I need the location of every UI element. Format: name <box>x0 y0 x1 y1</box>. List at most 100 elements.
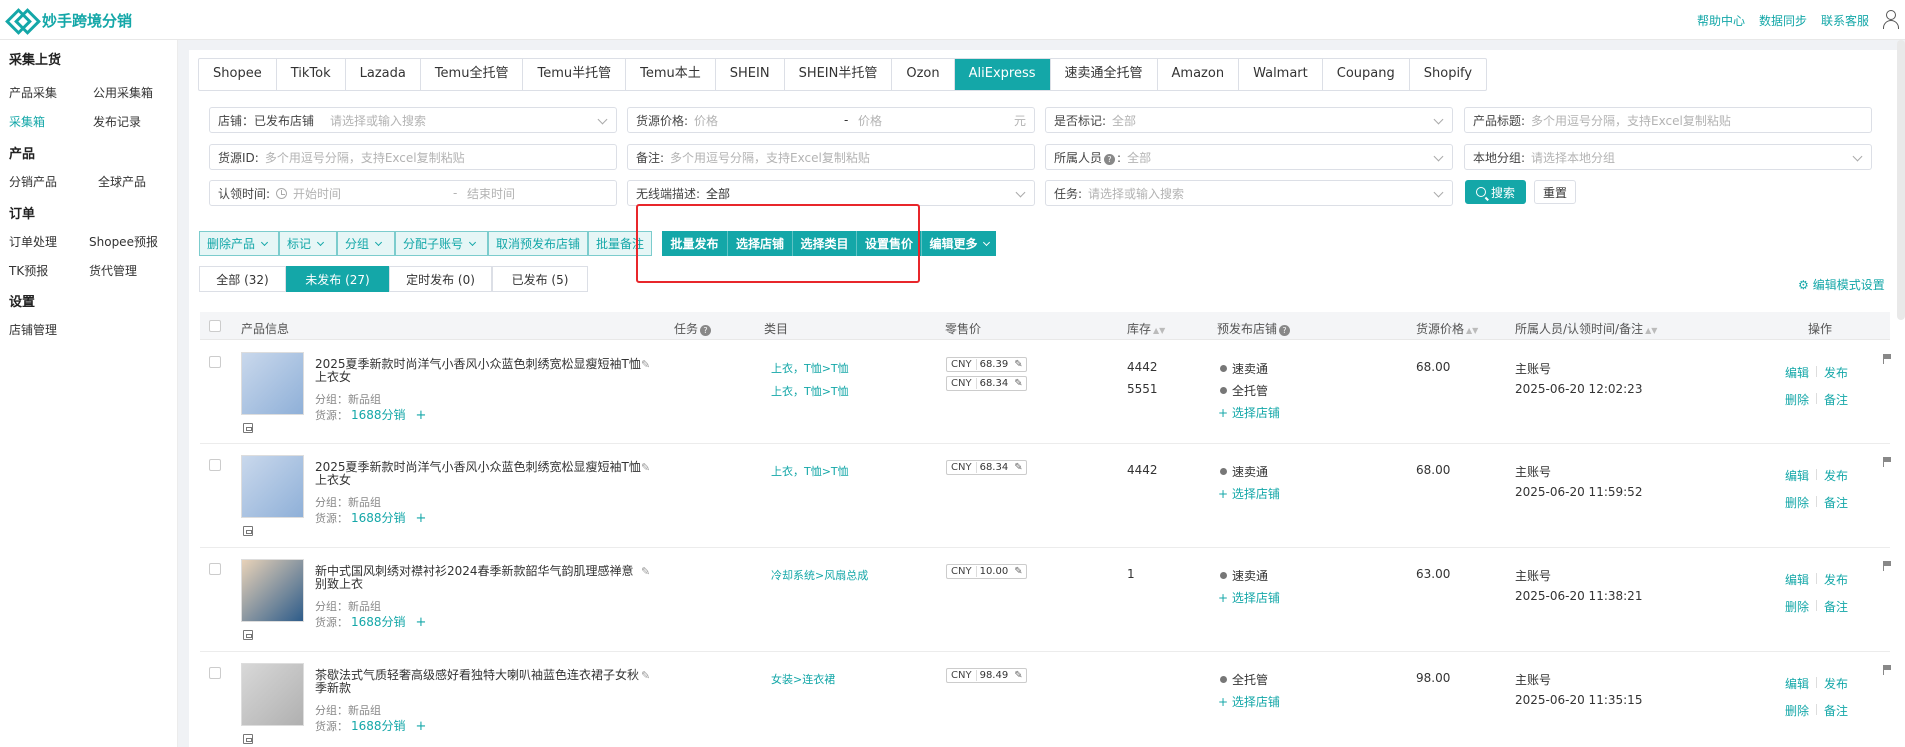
status-tab-all[interactable]: 全部 (32) <box>199 266 286 292</box>
sidebar-item-store-management[interactable]: 店铺管理 <box>9 321 57 338</box>
add-source-icon[interactable]: + <box>416 719 427 734</box>
sidebar-item-shopee-forecast[interactable]: Shopee预报 <box>89 233 158 250</box>
tab-amazon[interactable]: Amazon <box>1158 59 1240 90</box>
tab-shopify[interactable]: Shopify <box>1410 59 1486 90</box>
category-link[interactable]: 女装>连衣裙 <box>771 671 835 687</box>
edit-action[interactable]: 编辑 <box>1785 571 1809 588</box>
save-icon[interactable] <box>243 630 253 640</box>
sidebar-item-publish-records[interactable]: 发布记录 <box>93 113 141 130</box>
tab-shein[interactable]: SHEIN <box>716 59 785 90</box>
task-filter[interactable]: 任务: 请选择或输入搜索 <box>1045 180 1453 206</box>
search-button[interactable]: 搜索 <box>1465 180 1526 204</box>
category-link[interactable]: 上衣，T恤>T恤 <box>771 383 849 399</box>
wireless-desc-filter[interactable]: 无线端描述: 全部 <box>627 180 1035 206</box>
help-center-link[interactable]: 帮助中心 <box>1697 12 1745 29</box>
owner-filter[interactable]: 所属人员?: 全部 <box>1045 144 1453 170</box>
sidebar-item-collect-box[interactable]: 采集箱 <box>9 113 45 130</box>
flag-icon[interactable] <box>1883 561 1892 571</box>
batch-publish-button[interactable]: 批量发布 <box>662 231 728 256</box>
note-action[interactable]: 备注 <box>1824 391 1848 408</box>
delete-product-button[interactable]: 删除产品 <box>199 231 279 256</box>
set-price-button[interactable]: 设置售价 <box>857 231 922 256</box>
note-action[interactable]: 备注 <box>1824 494 1848 511</box>
flag-icon[interactable] <box>1883 665 1892 675</box>
product-thumbnail[interactable] <box>241 663 304 726</box>
tab-shein-semi[interactable]: SHEIN半托管 <box>785 59 893 90</box>
sidebar-item-global-product[interactable]: 全球产品 <box>98 173 146 190</box>
product-title[interactable]: 2025夏季新款时尚洋气小香风小众蓝色刺绣宽松显瘦短袖T恤上衣女 <box>315 461 645 487</box>
select-store-link[interactable]: + 选择店铺 <box>1218 404 1280 421</box>
cancel-prepublish-store-button[interactable]: 取消预发布店铺 <box>488 231 588 256</box>
claim-end-input[interactable]: 结束时间 <box>467 185 515 202</box>
category-link[interactable]: 上衣，T恤>T恤 <box>771 360 849 376</box>
store-filter[interactable]: 店铺：已发布店铺 请选择或输入搜索 <box>209 107 617 133</box>
tab-temu-full[interactable]: Temu全托管 <box>421 59 524 90</box>
flag-icon[interactable] <box>1883 457 1892 467</box>
edit-title-icon[interactable]: ✎ <box>641 565 650 578</box>
th-source-price[interactable]: 货源价格 ▲▼ <box>1416 320 1478 337</box>
product-thumbnail[interactable] <box>241 559 304 622</box>
app-logo[interactable]: 妙手跨境分销 <box>8 9 132 31</box>
save-icon[interactable] <box>243 423 253 433</box>
select-category-button[interactable]: 选择类目 <box>793 231 857 256</box>
reset-button[interactable]: 重置 <box>1534 180 1576 204</box>
product-title[interactable]: 茶歇法式气质轻奢高级感好看独特大喇叭袖蓝色连衣裙子女秋季新款 <box>315 669 645 695</box>
edit-price-icon[interactable]: ✎ <box>1011 462 1025 473</box>
tab-ozon[interactable]: Ozon <box>892 59 955 90</box>
retail-price-field[interactable]: CNY 68.34 ✎ <box>946 460 1027 475</box>
row-checkbox[interactable] <box>209 563 221 575</box>
save-icon[interactable] <box>243 526 253 536</box>
sidebar-item-tk-forecast[interactable]: TK预报 <box>9 262 48 279</box>
sidebar-item-order-process[interactable]: 订单处理 <box>9 233 57 250</box>
source-id-filter[interactable]: 货源ID: 多个用逗号分隔，支持Excel复制粘贴 <box>209 144 617 170</box>
tab-lazada[interactable]: Lazada <box>346 59 421 90</box>
edit-mode-settings-link[interactable]: ⚙ 编辑模式设置 <box>1798 276 1885 293</box>
status-tab-published[interactable]: 已发布 (5) <box>492 266 588 292</box>
mark-filter[interactable]: 是否标记: 全部 <box>1045 107 1453 133</box>
edit-action[interactable]: 编辑 <box>1785 467 1809 484</box>
group-button[interactable]: 分组 <box>337 231 395 256</box>
source-link[interactable]: 1688分销 <box>351 719 406 733</box>
edit-title-icon[interactable]: ✎ <box>641 358 650 371</box>
source-link[interactable]: 1688分销 <box>351 511 406 525</box>
batch-note-button[interactable]: 批量备注 <box>588 231 652 256</box>
th-stock[interactable]: 库存 ▲▼ <box>1127 320 1165 337</box>
flag-icon[interactable] <box>1883 354 1892 364</box>
tab-aliexpress[interactable]: AliExpress <box>954 59 1051 90</box>
save-icon[interactable] <box>243 734 253 744</box>
category-link[interactable]: 上衣，T恤>T恤 <box>771 463 849 479</box>
product-thumbnail[interactable] <box>241 455 304 518</box>
th-owner-claim-note[interactable]: 所属人员/认领时间/备注 ▲▼ <box>1515 320 1657 337</box>
retail-price-field[interactable]: CNY 10.00 ✎ <box>946 564 1027 579</box>
delete-action[interactable]: 删除 <box>1785 598 1809 615</box>
edit-price-icon[interactable]: ✎ <box>1011 359 1025 370</box>
sidebar-item-dist-product[interactable]: 分销产品 <box>9 173 57 190</box>
select-store-link[interactable]: + 选择店铺 <box>1218 693 1280 710</box>
delete-action[interactable]: 删除 <box>1785 494 1809 511</box>
source-link[interactable]: 1688分销 <box>351 408 406 422</box>
edit-price-icon[interactable]: ✎ <box>1011 670 1025 681</box>
publish-action[interactable]: 发布 <box>1824 571 1848 588</box>
delete-action[interactable]: 删除 <box>1785 702 1809 719</box>
row-checkbox[interactable] <box>209 459 221 471</box>
tab-shopee[interactable]: Shopee <box>199 59 277 90</box>
publish-action[interactable]: 发布 <box>1824 364 1848 381</box>
claim-start-input[interactable]: 开始时间 <box>293 185 453 202</box>
tab-coupang[interactable]: Coupang <box>1323 59 1410 90</box>
data-sync-link[interactable]: 数据同步 <box>1759 12 1807 29</box>
tab-walmart[interactable]: Walmart <box>1239 59 1323 90</box>
tab-temu-local[interactable]: Temu本土 <box>626 59 716 90</box>
source-price-filter[interactable]: 货源价格: 价格 - 价格 元 <box>627 107 1035 133</box>
edit-action[interactable]: 编辑 <box>1785 675 1809 692</box>
add-source-icon[interactable]: + <box>416 511 427 526</box>
note-action[interactable]: 备注 <box>1824 598 1848 615</box>
retail-price-field[interactable]: CNY 98.49 ✎ <box>946 668 1027 683</box>
sidebar-item-public-collect-box[interactable]: 公用采集箱 <box>93 84 153 101</box>
row-checkbox[interactable] <box>209 667 221 679</box>
row-checkbox[interactable] <box>209 356 221 368</box>
edit-title-icon[interactable]: ✎ <box>641 461 650 474</box>
product-title[interactable]: 新中式国风刺绣对襟衬衫2024春季新款韶华气韵肌理感禅意别致上衣 <box>315 565 645 591</box>
note-action[interactable]: 备注 <box>1824 702 1848 719</box>
contact-support-link[interactable]: 联系客服 <box>1821 12 1869 29</box>
tab-aliexpress-full[interactable]: 速卖通全托管 <box>1051 59 1158 90</box>
